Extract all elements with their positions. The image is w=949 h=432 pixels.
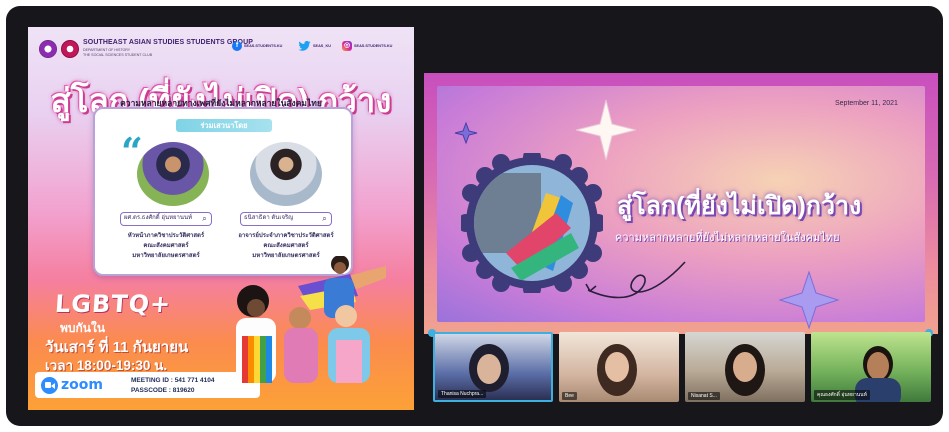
passcode: PASSCODE : 819620 (131, 387, 195, 394)
meeting-id: MEETING ID : 541 771 4104 (131, 377, 215, 384)
speaker-2-name: ธนิสาธิดา ตันเจริญ (244, 215, 294, 221)
facebook-link: f SEAS.STUDENTS.KU (232, 41, 282, 51)
zoom-wordmark: zoom (61, 377, 103, 393)
lgbtq-heading: LGBTQ+ (54, 290, 173, 318)
speaker-1-photo (137, 142, 209, 206)
speaker-2-name-box: ธนิสาธิดา ตันเจริญ ⌕ (240, 212, 332, 226)
search-icon: ⌕ (322, 214, 327, 223)
participant-tile[interactable]: Bee (559, 332, 679, 402)
scalloped-photo (461, 153, 603, 293)
participant-name: คุณธงศักดิ์ อุ่นหยานนท์ (814, 390, 870, 400)
join-banner: ร่วมเสวนาโดย (176, 119, 272, 132)
poster-header: SOUTHEAST ASIAN STUDIES STUDENTS GROUP D… (28, 27, 414, 71)
poster-subtitle: ความหลายหลายทางเพศที่ยังไม่หลากหลายในสัง… (120, 98, 322, 108)
participant-tile[interactable]: Nisanat S... (685, 332, 805, 402)
participant-strip: Thanisa Nuchpra... Bee Nisanat S... คุณธ… (428, 329, 933, 405)
facebook-icon: f (232, 41, 242, 51)
twitter-link: SEAS_KU (298, 41, 331, 51)
participant-tile[interactable]: Thanisa Nuchpra... (433, 332, 553, 402)
speaker-1-name-box: ผศ.ดร.ธงศักดิ์ อุ่นหยานนท์ ⌕ (120, 212, 212, 226)
instagram-link: ◎ SEAS.STUDENTS.KU (342, 41, 393, 51)
twitter-icon (298, 41, 311, 51)
zoom-camera-icon (41, 377, 58, 394)
club-logo-icon (61, 40, 79, 58)
organization-sub-2: THE SOCIAL SCIENCES STUDENT CLUB (83, 53, 153, 57)
instagram-icon: ◎ (342, 41, 352, 51)
university-logo-icon (39, 40, 57, 58)
participant-name: Bee (562, 392, 577, 400)
slide-title: สู่โลก(ที่ยังไม่เปิด)กว้าง (617, 192, 862, 220)
organization-name: SOUTHEAST ASIAN STUDIES STUDENTS GROUP (83, 39, 253, 46)
speaker-2-photo (250, 142, 322, 206)
pride-crowd-illustration (236, 256, 386, 383)
slide-date: September 11, 2021 (835, 100, 898, 107)
slide-subtitle: ความหลากหลายที่ยังไม่หลากหลายในสังคมไทย (615, 232, 840, 244)
organization-sub-1: DEPARTMENT OF HISTORY (83, 48, 131, 52)
search-icon: ⌕ (202, 214, 207, 223)
participant-tile[interactable]: คุณธงศักดิ์ อุ่นหยานนท์ (811, 332, 931, 402)
participant-name: Thanisa Nuchpra... (438, 390, 487, 398)
zoom-info-box: zoom MEETING ID : 541 771 4104 PASSCODE … (35, 372, 260, 398)
speaker-1-role: หัวหน้าภาควิชาประวัติศาสตร์ คณะสังคมศาสต… (127, 233, 205, 259)
speaker-1-name: ผศ.ดร.ธงศักดิ์ อุ่นหยานนท์ (124, 215, 193, 221)
participant-name: Nisanat S... (688, 392, 720, 400)
